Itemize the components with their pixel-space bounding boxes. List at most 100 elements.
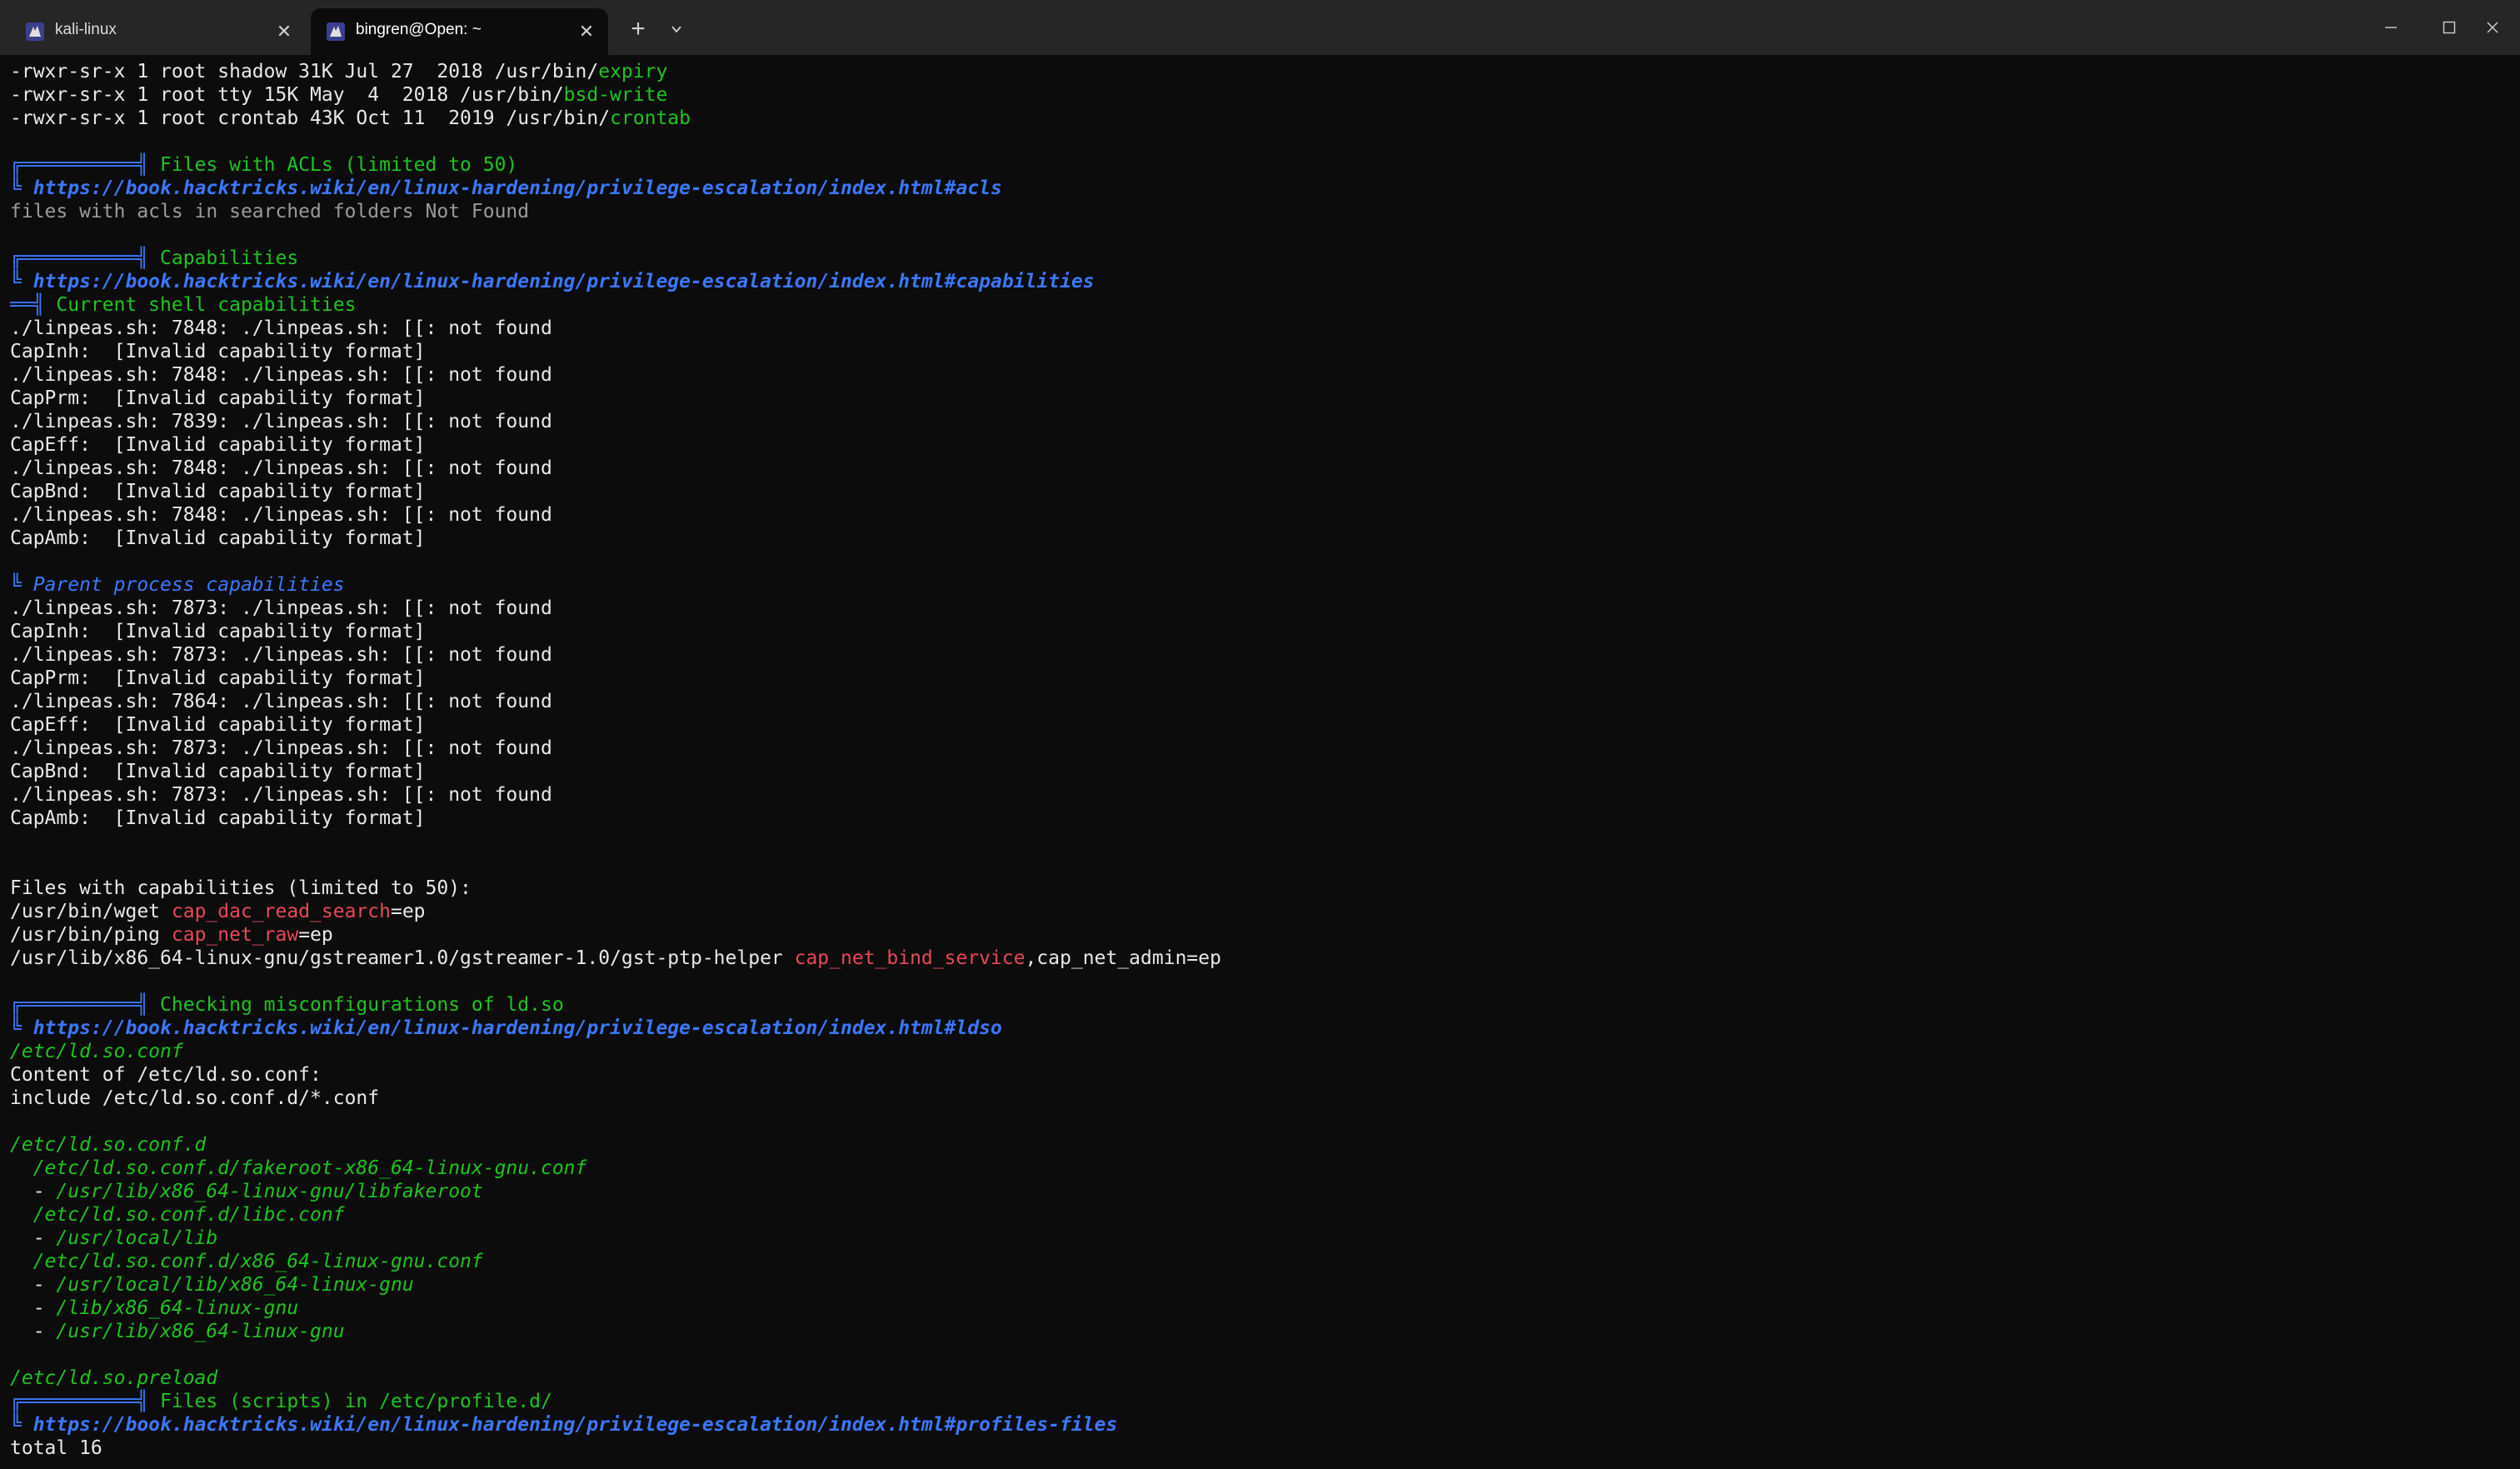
close-tab-icon[interactable]: ✕ <box>575 20 598 43</box>
terminal-line: - /usr/lib/x86_64-linux-gnu <box>10 1320 2509 1343</box>
terminal-text: - <box>10 1321 57 1342</box>
terminal-line: ./linpeas.sh: 7848: ./linpeas.sh: [[: no… <box>10 317 2509 340</box>
terminal-text: expiry <box>598 61 668 82</box>
terminal-text: ./linpeas.sh: 7848: ./linpeas.sh: [[: no… <box>10 504 552 526</box>
terminal-line: CapInh: [Invalid capability format] <box>10 620 2509 643</box>
terminal-text: ./linpeas.sh: 7873: ./linpeas.sh: [[: no… <box>10 597 552 619</box>
terminal-line: CapInh: [Invalid capability format] <box>10 340 2509 363</box>
terminal-text: ╚ <box>10 271 33 292</box>
terminal-text: /etc/ld.so.preload <box>10 1367 218 1389</box>
terminal-line: CapAmb: [Invalid capability format] <box>10 527 2509 550</box>
terminal-text: ╚ <box>10 574 33 596</box>
terminal-text: cap_dac_read_search <box>171 901 391 922</box>
terminal-text: ,cap_net_admin=ep <box>1025 947 1221 969</box>
terminal-profile-icon <box>326 22 346 42</box>
minimize-button[interactable] <box>2363 0 2419 55</box>
terminal-text: /etc/ld.so.conf.d/x86_64-linux-gnu.conf <box>10 1251 483 1272</box>
terminal-text: bsd-write <box>563 84 668 106</box>
terminal-text: - <box>10 1297 57 1319</box>
terminal-line: Files with capabilities (limited to 50): <box>10 877 2509 900</box>
terminal-line: CapPrm: [Invalid capability format] <box>10 387 2509 410</box>
terminal-text: ══╣ <box>10 294 57 316</box>
terminal-line: ╚ https://book.hacktricks.wiki/en/linux-… <box>10 270 2509 293</box>
terminal-text: CapEff: [Invalid capability format] <box>10 434 426 456</box>
terminal-text: Checking misconfigurations of ld.so <box>160 994 564 1016</box>
terminal-line: ╚ Parent process capabilities <box>10 573 2509 597</box>
terminal-text: ./linpeas.sh: 7848: ./linpeas.sh: [[: no… <box>10 457 552 479</box>
terminal-text: /usr/lib/x86_64-linux-gnu/gstreamer1.0/g… <box>10 947 795 969</box>
terminal-line: CapAmb: [Invalid capability format] <box>10 807 2509 830</box>
terminal-output[interactable]: -rwxr-sr-x 1 root shadow 31K Jul 27 2018… <box>10 60 2509 1469</box>
terminal-text: Parent process capabilities <box>32 574 345 596</box>
terminal-text: ╚ <box>10 1017 33 1039</box>
terminal-text: -rwxr-sr-x 1 root crontab 43K Oct 11 201… <box>10 107 611 129</box>
terminal-text: CapBnd: [Invalid capability format] <box>10 761 426 782</box>
terminal-line: ./linpeas.sh: 7873: ./linpeas.sh: [[: no… <box>10 597 2509 620</box>
terminal-line: /etc/ld.so.conf.d <box>10 1133 2509 1157</box>
terminal-text: /etc/ld.so.conf.d/fakeroot-x86_64-linux-… <box>10 1157 587 1179</box>
terminal-line: -rwxr-sr-x 1 root shadow 31K Jul 27 2018… <box>10 60 2509 83</box>
terminal-line: CapBnd: [Invalid capability format] <box>10 480 2509 503</box>
terminal-text: CapBnd: [Invalid capability format] <box>10 481 426 502</box>
terminal-text: -rwxr-sr-x 1 root shadow 31K Jul 27 2018… <box>10 61 599 82</box>
terminal-line: ╚ https://book.hacktricks.wiki/en/linux-… <box>10 1017 2509 1040</box>
terminal-line: ./linpeas.sh: 7873: ./linpeas.sh: [[: no… <box>10 643 2509 667</box>
terminal-line: total 16 <box>10 1437 2509 1460</box>
tab-bingren-open[interactable]: bingren@Open: ~ ✕ <box>311 8 608 55</box>
tab-title: kali-linux <box>55 21 117 38</box>
terminal-line: ./linpeas.sh: 7848: ./linpeas.sh: [[: no… <box>10 363 2509 387</box>
terminal-text: ╔══════════╣ <box>10 1391 161 1412</box>
tab-dropdown-button[interactable] <box>663 15 690 45</box>
tab-kali-linux[interactable]: kali-linux ✕ <box>10 8 306 55</box>
terminal-text: CapEff: [Invalid capability format] <box>10 714 426 736</box>
terminal-line: ══╣ Current shell capabilities <box>10 293 2509 317</box>
terminal-line: /usr/bin/ping cap_net_raw=ep <box>10 923 2509 947</box>
terminal-line: ╔══════════╣ Capabilities <box>10 247 2509 270</box>
terminal-text: https://book.hacktricks.wiki/en/linux-ha… <box>32 1414 1118 1436</box>
terminal-text: total 16 <box>10 1437 102 1459</box>
terminal-text: files with acls in searched folders Not … <box>10 201 530 222</box>
terminal-text: ╚ <box>10 1414 33 1436</box>
terminal-text: /etc/ld.so.conf.d/libc.conf <box>10 1204 345 1226</box>
terminal-text: cap_net_raw <box>171 924 299 946</box>
terminal-text: ╔══════════╣ <box>10 154 161 176</box>
terminal-text: crontab <box>610 107 691 129</box>
terminal-text: CapInh: [Invalid capability format] <box>10 341 426 362</box>
terminal-line: files with acls in searched folders Not … <box>10 200 2509 223</box>
new-tab-button[interactable]: + <box>623 15 653 45</box>
terminal-text: Files with capabilities (limited to 50): <box>10 877 472 899</box>
terminal-line: CapEff: [Invalid capability format] <box>10 713 2509 737</box>
terminal-text: ╔══════════╣ <box>10 247 161 269</box>
terminal-text: ╚ <box>10 177 33 199</box>
terminal-line: ╔══════════╣ Files with ACLs (limited to… <box>10 153 2509 177</box>
terminal-text: - <box>10 1181 57 1202</box>
terminal-text: /usr/local/lib <box>56 1227 218 1249</box>
terminal-line: ./linpeas.sh: 7848: ./linpeas.sh: [[: no… <box>10 503 2509 527</box>
terminal-text: CapAmb: [Invalid capability format] <box>10 807 426 829</box>
terminal-text: - <box>10 1274 57 1296</box>
terminal-line: ╔══════════╣ Checking misconfigurations … <box>10 993 2509 1017</box>
terminal-text: Files (scripts) in /etc/profile.d/ <box>160 1391 552 1412</box>
terminal-line: Content of /etc/ld.so.conf: <box>10 1063 2509 1087</box>
terminal-text: =ep <box>390 901 426 922</box>
terminal-text: https://book.hacktricks.wiki/en/linux-ha… <box>32 271 1095 292</box>
terminal-text: Capabilities <box>160 247 299 269</box>
terminal-text: https://book.hacktricks.wiki/en/linux-ha… <box>32 1017 1002 1039</box>
terminal-text: CapInh: [Invalid capability format] <box>10 621 426 642</box>
terminal-line: - /usr/lib/x86_64-linux-gnu/libfakeroot <box>10 1180 2509 1203</box>
terminal-line: -rwxr-sr-x 1 root crontab 43K Oct 11 201… <box>10 107 2509 130</box>
close-tab-icon[interactable]: ✕ <box>272 20 296 43</box>
terminal-line: - /usr/local/lib/x86_64-linux-gnu <box>10 1273 2509 1297</box>
maximize-icon <box>2443 21 2456 34</box>
terminal-line: ./linpeas.sh: 7873: ./linpeas.sh: [[: no… <box>10 783 2509 807</box>
terminal-text: CapAmb: [Invalid capability format] <box>10 527 426 549</box>
terminal-line: - /usr/local/lib <box>10 1227 2509 1250</box>
terminal-line: /etc/ld.so.conf <box>10 1040 2509 1063</box>
close-window-button[interactable] <box>2464 0 2520 55</box>
terminal-text: ./linpeas.sh: 7864: ./linpeas.sh: [[: no… <box>10 691 552 712</box>
